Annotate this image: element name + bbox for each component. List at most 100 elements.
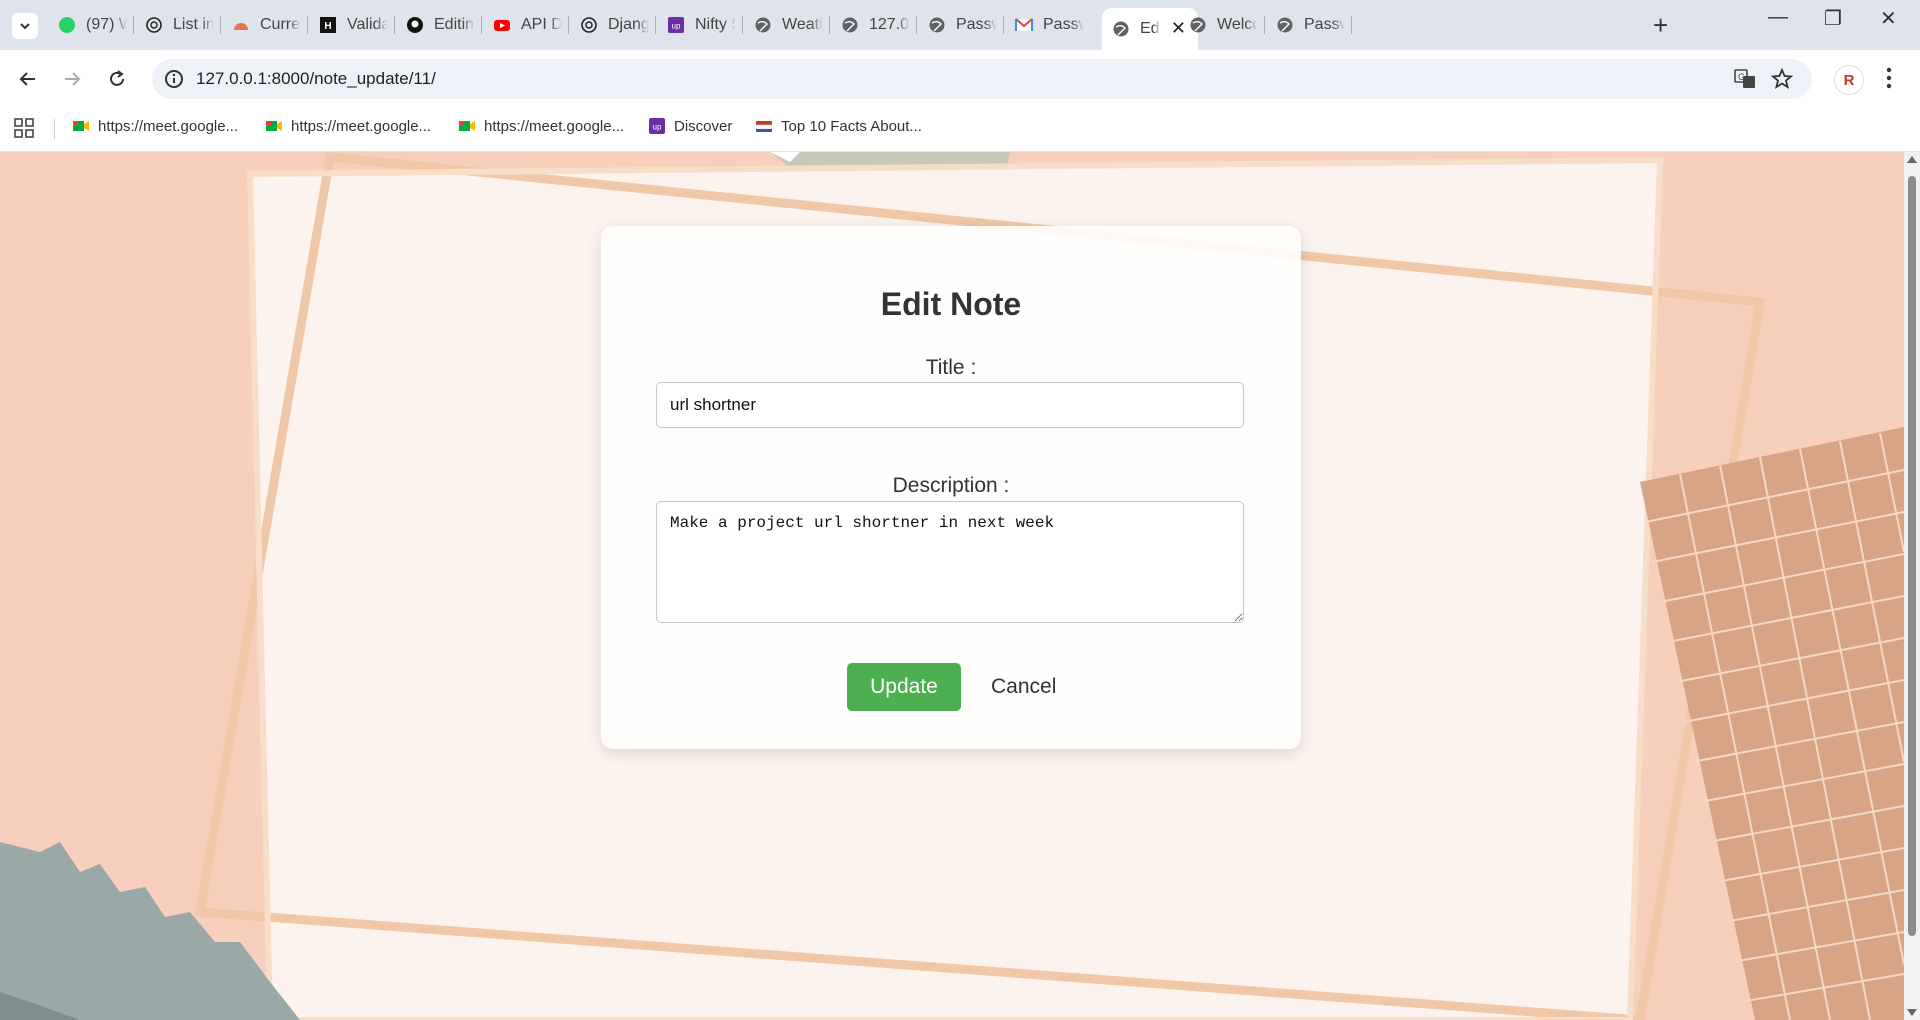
browser-tab[interactable]: Passwo [1005, 8, 1084, 42]
bookmark-label: Top 10 Facts About... [781, 117, 922, 135]
gmail-icon [1015, 16, 1033, 34]
browser-tab[interactable]: List insi [135, 8, 214, 42]
scroll-down-arrow-icon[interactable] [1907, 1009, 1917, 1016]
tab-label: Validat [347, 16, 388, 33]
upwork-icon: up [667, 16, 685, 34]
bookmark-label: Discover [674, 117, 733, 135]
browser-tab[interactable]: 127.0.0 [831, 8, 910, 42]
tab-search-button[interactable] [12, 13, 38, 39]
globe-icon [1112, 20, 1130, 38]
tab-label: Passwo [1304, 16, 1345, 33]
tab-label: Weathe [782, 16, 823, 33]
browser-tab[interactable]: Editing [396, 8, 475, 42]
browser-tab[interactable]: Passwo [918, 8, 997, 42]
globe-icon [928, 16, 946, 34]
svg-text:H: H [324, 21, 331, 32]
translate-icon[interactable]: G [1733, 68, 1757, 90]
github-icon [406, 16, 424, 34]
tab-label: Ed [1140, 20, 1160, 37]
hackerrank-icon: H [319, 16, 337, 34]
browser-tab[interactable]: Passwo [1266, 8, 1345, 42]
globe-icon [1189, 16, 1207, 34]
reload-icon [110, 70, 124, 86]
update-button[interactable]: Update [847, 663, 961, 711]
browser-tab[interactable]: Django [570, 8, 649, 42]
vertical-scrollbar[interactable] [1904, 152, 1920, 1020]
google-meet-icon [458, 117, 476, 135]
bookmark-item[interactable]: https://meet.google... [72, 117, 238, 135]
tab-label: Editing [434, 16, 475, 33]
bookmark-item[interactable]: up Discover [648, 117, 732, 135]
svg-text:up: up [653, 123, 662, 132]
forward-button[interactable] [57, 64, 87, 94]
tab-separator [829, 16, 830, 34]
bookmarks-divider [54, 119, 55, 139]
cancel-link[interactable]: Cancel [991, 675, 1056, 699]
bookmark-item[interactable]: https://meet.google... [458, 117, 624, 135]
kebab-menu-icon[interactable] [1885, 64, 1893, 92]
tab-separator [655, 16, 656, 34]
url-text[interactable]: 127.0.0.1:8000/note_update/11/ [196, 69, 436, 89]
new-tab-button[interactable]: + [1653, 10, 1668, 41]
tab-separator [916, 16, 917, 34]
bookmark-star-icon[interactable] [1770, 67, 1794, 91]
globe-icon [754, 16, 772, 34]
globe-icon [841, 16, 859, 34]
tab-separator [307, 16, 308, 34]
browser-toolbar: 127.0.0.1:8000/note_update/11/ G R [0, 50, 1920, 107]
tab-label: Django [608, 16, 649, 33]
info-icon[interactable] [162, 67, 186, 91]
google-meet-icon [72, 117, 90, 135]
address-bar[interactable]: 127.0.0.1:8000/note_update/11/ G [152, 59, 1812, 99]
browser-tab[interactable]: Weathe [744, 8, 823, 42]
tab-label: (97) Wh [86, 16, 127, 33]
tab-separator [220, 16, 221, 34]
claude-icon [232, 16, 250, 34]
whatsapp-icon [58, 16, 76, 34]
browser-tab[interactable]: up Nifty 5( [657, 8, 736, 42]
flag-icon [755, 117, 773, 135]
tab-separator [481, 16, 482, 34]
tab-separator [394, 16, 395, 34]
tab-label: 127.0.0 [869, 16, 910, 33]
back-button[interactable] [13, 64, 43, 94]
page-viewport: Edit Note Title : Description : Make a p… [0, 152, 1904, 1020]
bookmark-item[interactable]: https://meet.google... [265, 117, 431, 135]
arrow-right-icon [65, 72, 81, 86]
bookmark-label: https://meet.google... [291, 117, 432, 135]
description-textarea[interactable]: Make a project url shortner in next week [656, 501, 1244, 623]
browser-tab[interactable]: API De [483, 8, 562, 42]
bookmark-label: https://meet.google... [98, 117, 239, 135]
browser-tab[interactable]: Welcon [1179, 8, 1258, 42]
reload-button[interactable] [102, 64, 132, 94]
youtube-icon [493, 16, 511, 34]
tab-separator [568, 16, 569, 34]
arrow-left-icon [19, 72, 35, 86]
scroll-up-arrow-icon[interactable] [1907, 156, 1917, 163]
apps-grid-icon[interactable] [14, 118, 34, 138]
google-meet-icon [265, 117, 283, 135]
browser-tab[interactable]: H Validat [309, 8, 388, 42]
restore-button[interactable]: ❐ [1824, 6, 1842, 31]
title-input[interactable] [656, 382, 1244, 428]
tab-separator [133, 16, 134, 34]
edit-note-card: Edit Note Title : Description : Make a p… [601, 226, 1301, 749]
tab-separator [1264, 16, 1265, 34]
bookmark-item[interactable]: Top 10 Facts About... [755, 117, 922, 135]
svg-text:up: up [672, 22, 681, 31]
minimize-button[interactable]: — [1768, 6, 1788, 29]
browser-tab[interactable]: Current [222, 8, 301, 42]
profile-initials: R [1843, 71, 1855, 89]
profile-avatar[interactable]: R [1834, 65, 1864, 95]
tab-strip: (97) Wh List insi Current H Validat Editing AP… [0, 0, 1920, 50]
close-window-button[interactable]: ✕ [1880, 6, 1897, 31]
tab-label: Nifty 5( [695, 16, 736, 33]
description-label: Description : [892, 474, 1010, 497]
tab-label: Welcon [1217, 16, 1258, 33]
browser-tab[interactable]: (97) Wh [48, 8, 127, 42]
scroll-thumb[interactable] [1908, 176, 1916, 936]
tab-label: Passwo [1043, 16, 1084, 33]
bookmark-label: https://meet.google... [484, 117, 625, 135]
title-label: Title : [925, 356, 977, 379]
tab-separator [1351, 16, 1352, 34]
